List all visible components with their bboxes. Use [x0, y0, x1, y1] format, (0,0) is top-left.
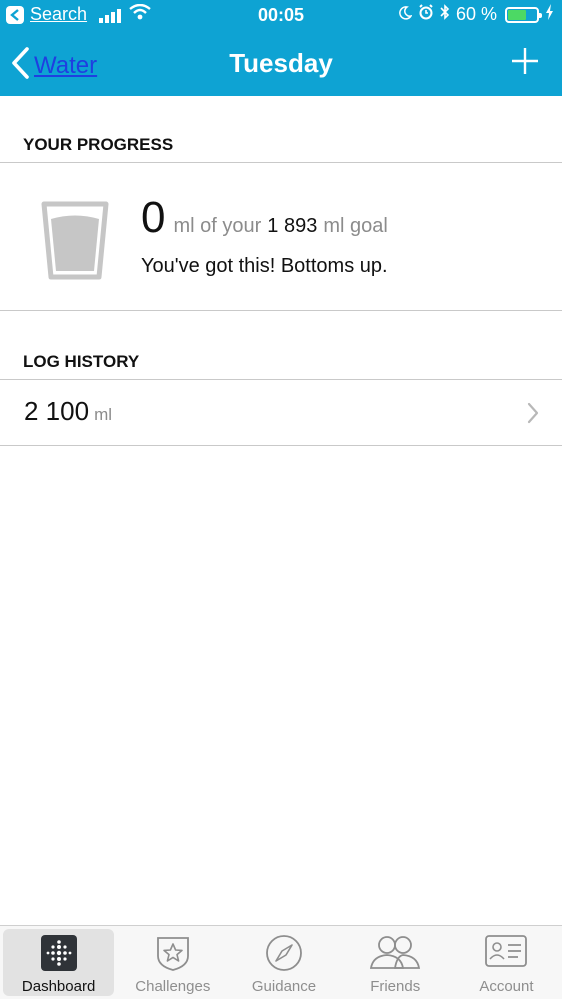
friends-icon — [369, 934, 421, 976]
log-entry-value: 2 100 — [24, 396, 90, 426]
progress-goal-value: 1 893 — [267, 215, 318, 237]
status-right: 60 % — [398, 4, 554, 25]
nav-bar: Water Tuesday — [0, 40, 562, 88]
log-entry-unit: ml — [94, 405, 113, 424]
account-card-icon — [484, 934, 528, 972]
charging-icon — [545, 4, 554, 25]
battery-icon — [505, 6, 542, 23]
tab-guidance[interactable]: Guidance — [228, 926, 339, 999]
tab-dashboard[interactable]: Dashboard — [3, 929, 115, 996]
section-title-progress: YOUR PROGRESS — [0, 96, 562, 163]
battery-fill — [508, 9, 526, 20]
status-bar: Search 00:05 60 % — [0, 0, 562, 32]
log-entry-amount: 2 100 ml — [24, 396, 112, 427]
add-button[interactable] — [510, 46, 540, 81]
tab-label-challenges: Challenges — [135, 978, 211, 995]
tab-label-dashboard: Dashboard — [21, 978, 96, 995]
alarm-icon — [418, 4, 434, 25]
tab-label-guidance: Guidance — [251, 978, 317, 995]
progress-summary: 0 ml of your 1 893 ml goal You've got th… — [0, 163, 562, 311]
progress-goal-unit: ml goal — [323, 215, 388, 237]
progress-current-value: 0 — [141, 193, 166, 242]
page-title: Tuesday — [229, 48, 333, 78]
water-glass-icon — [40, 201, 110, 286]
plus-icon — [512, 48, 538, 74]
progress-message: You've got this! Bottoms up. — [141, 255, 388, 277]
progress-line: 0 ml of your 1 893 ml goal — [141, 193, 388, 243]
app-header: Search 00:05 60 % Water Tuesday — [0, 0, 562, 96]
star-badge-icon — [154, 934, 192, 976]
log-history-entry[interactable]: 2 100 ml — [0, 380, 562, 446]
compass-icon — [265, 934, 303, 976]
battery-percent: 60 % — [455, 4, 497, 24]
tab-friends[interactable]: Friends — [340, 926, 451, 999]
chevron-right-icon — [526, 402, 540, 429]
tab-label-friends: Friends — [370, 978, 421, 995]
tab-label-account: Account — [479, 978, 534, 995]
tab-challenges[interactable]: Challenges — [117, 926, 228, 999]
tab-bar: Dashboard Challenges Guidance Friends Ac… — [0, 925, 562, 999]
dashboard-icon — [40, 935, 77, 975]
bluetooth-icon — [440, 4, 450, 25]
section-title-log-history: LOG HISTORY — [0, 311, 562, 380]
progress-mid-text: ml of your — [173, 215, 262, 237]
moon-icon — [398, 4, 413, 25]
tab-account[interactable]: Account — [451, 926, 562, 999]
